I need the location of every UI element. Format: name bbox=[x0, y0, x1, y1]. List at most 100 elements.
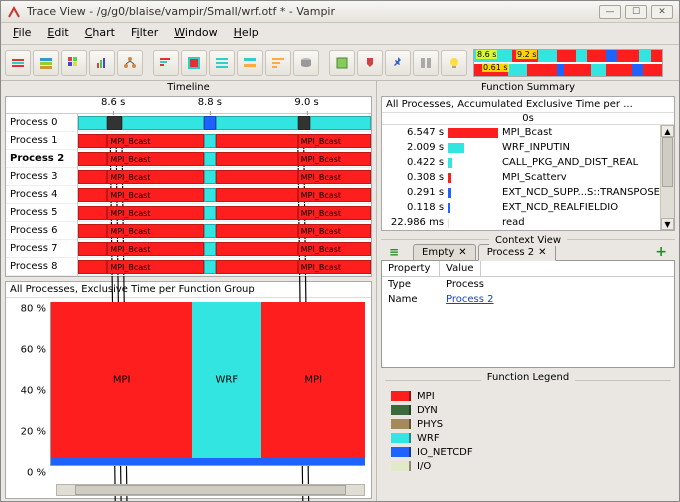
process-label[interactable]: Process 1 bbox=[6, 132, 77, 150]
trace-segment[interactable] bbox=[204, 260, 216, 274]
trace-segment[interactable]: MPI_Bcast bbox=[107, 188, 204, 202]
summary-row[interactable]: 0.422 s CALL_PKG_AND_DIST_REAL bbox=[382, 155, 660, 170]
menu-help[interactable]: Help bbox=[226, 23, 267, 44]
legend-item[interactable]: IO_NETCDF bbox=[385, 445, 671, 459]
tool-pin-icon[interactable] bbox=[385, 50, 411, 76]
trace-segment[interactable] bbox=[204, 134, 216, 148]
process-label[interactable]: Process 0 bbox=[6, 114, 77, 132]
trace-segment[interactable] bbox=[78, 116, 107, 130]
trace-segment[interactable]: MPI_Bcast bbox=[107, 206, 204, 220]
trace-segment[interactable] bbox=[204, 224, 216, 238]
trace-segment[interactable]: MPI_Bcast bbox=[298, 206, 371, 220]
track-row[interactable]: MPI_Bcast MPI_Bcast bbox=[78, 186, 371, 204]
track-row[interactable]: MPI_Bcast MPI_Bcast bbox=[78, 204, 371, 222]
summary-row[interactable]: 22.986 ms read bbox=[382, 215, 660, 230]
overview-thumbnail[interactable]: 8.6 s 9.2 s 0.61 s bbox=[473, 49, 663, 77]
trace-segment[interactable]: MPI_Bcast bbox=[298, 242, 371, 256]
trace-segment[interactable] bbox=[216, 224, 298, 238]
close-icon[interactable]: ✕ bbox=[538, 247, 546, 258]
trace-segment[interactable] bbox=[78, 188, 107, 202]
tool-summary1-icon[interactable] bbox=[153, 50, 179, 76]
trace-segment[interactable] bbox=[310, 116, 372, 130]
trace-segment[interactable] bbox=[204, 206, 216, 220]
trace-segment[interactable] bbox=[204, 188, 216, 202]
context-tab[interactable]: Process 2 ✕ bbox=[478, 244, 556, 261]
tool-barchart-icon[interactable] bbox=[89, 50, 115, 76]
process-label[interactable]: Process 4 bbox=[6, 186, 77, 204]
legend-item[interactable]: PHYS bbox=[385, 417, 671, 431]
tool-calltree-icon[interactable] bbox=[117, 50, 143, 76]
summary-vscroll[interactable]: ▲ ▼ bbox=[660, 125, 674, 230]
trace-segment[interactable] bbox=[204, 170, 216, 184]
timeline-tracks[interactable]: MPI_Bcast MPI_Bcast MPI_Bcast MPI_Bcast MPI_… bbox=[78, 114, 371, 276]
trace-segment[interactable]: MPI_Bcast bbox=[107, 134, 204, 148]
track-row[interactable]: MPI_Bcast MPI_Bcast bbox=[78, 132, 371, 150]
tool-stack-icon[interactable] bbox=[33, 50, 59, 76]
tab-nav-button[interactable]: ≡ bbox=[385, 244, 403, 260]
titlebar[interactable]: Trace View - /g/g0/blaise/vampir/Small/w… bbox=[1, 1, 679, 23]
process-label[interactable]: Process 5 bbox=[6, 204, 77, 222]
track-row[interactable]: MPI_Bcast MPI_Bcast bbox=[78, 258, 371, 276]
trace-segment[interactable] bbox=[216, 152, 298, 166]
tool-func-icon[interactable] bbox=[329, 50, 355, 76]
summary-row[interactable]: 0.118 s EXT_NCD_REALFIELDIO bbox=[382, 200, 660, 215]
summary-row[interactable]: 0.291 s EXT_NCD_SUPP...S::TRANSPOSE bbox=[382, 185, 660, 200]
track-row[interactable] bbox=[78, 114, 371, 132]
process-label[interactable]: Process 6 bbox=[6, 222, 77, 240]
track-row[interactable]: MPI_Bcast MPI_Bcast bbox=[78, 150, 371, 168]
add-tab-button[interactable]: + bbox=[651, 244, 671, 260]
summary-row[interactable]: 6.547 s MPI_Bcast bbox=[382, 125, 660, 140]
tool-compare-icon[interactable] bbox=[413, 50, 439, 76]
tool-io-icon[interactable] bbox=[293, 50, 319, 76]
trace-segment[interactable]: MPI_Bcast bbox=[107, 152, 204, 166]
menu-file[interactable]: File bbox=[5, 23, 39, 44]
trace-segment[interactable] bbox=[204, 242, 216, 256]
trace-segment[interactable] bbox=[204, 116, 216, 130]
trace-segment[interactable]: MPI_Bcast bbox=[298, 152, 371, 166]
summary-row[interactable]: 2.009 s WRF_INPUTIN bbox=[382, 140, 660, 155]
trace-segment[interactable] bbox=[216, 134, 298, 148]
tool-summary5-icon[interactable] bbox=[265, 50, 291, 76]
menu-edit[interactable]: Edit bbox=[39, 23, 76, 44]
trace-segment[interactable] bbox=[298, 116, 310, 130]
trace-segment[interactable] bbox=[216, 170, 298, 184]
trace-segment[interactable]: MPI_Bcast bbox=[107, 242, 204, 256]
trace-segment[interactable] bbox=[216, 116, 298, 130]
prop-value[interactable]: Process 2 bbox=[440, 292, 499, 307]
legend-item[interactable]: MPI bbox=[385, 389, 671, 403]
tool-summary2-icon[interactable] bbox=[181, 50, 207, 76]
trace-segment[interactable] bbox=[78, 242, 107, 256]
trace-segment[interactable] bbox=[204, 152, 216, 166]
trace-segment[interactable]: MPI_Bcast bbox=[298, 188, 371, 202]
trace-segment[interactable] bbox=[216, 206, 298, 220]
minimize-button[interactable]: — bbox=[599, 5, 621, 19]
process-label[interactable]: Process 8 bbox=[6, 258, 77, 276]
scroll-up-icon[interactable]: ▲ bbox=[661, 125, 674, 137]
tool-matrix-icon[interactable] bbox=[61, 50, 87, 76]
track-row[interactable]: MPI_BcastMPI_Bcast bbox=[78, 222, 371, 240]
process-label[interactable]: Process 3 bbox=[6, 168, 77, 186]
maximize-button[interactable]: ☐ bbox=[625, 5, 647, 19]
trace-segment[interactable]: MPI_Bcast bbox=[298, 260, 371, 274]
legend-item[interactable]: WRF bbox=[385, 431, 671, 445]
funcgroup-bar[interactable]: MPI bbox=[261, 302, 365, 458]
tool-timeline-icon[interactable] bbox=[5, 50, 31, 76]
trace-segment[interactable]: MPI_Bcast bbox=[107, 170, 204, 184]
trace-segment[interactable]: MPI_Bcast bbox=[107, 224, 204, 238]
funcgroup-bar[interactable]: WRF bbox=[192, 302, 261, 458]
track-row[interactable]: MPI_Bcast MPI_Bcast bbox=[78, 240, 371, 258]
trace-segment[interactable] bbox=[216, 260, 298, 274]
trace-segment[interactable]: MPI_Bcast bbox=[298, 134, 371, 148]
legend-item[interactable]: I/O bbox=[385, 459, 671, 473]
trace-segment[interactable]: MPI_Bcast bbox=[107, 260, 204, 274]
process-label[interactable]: Process 2 bbox=[6, 150, 77, 168]
summary-row[interactable]: 0.308 s MPI_Scatterv bbox=[382, 170, 660, 185]
funcgroup-plot[interactable]: MPIWRFMPI bbox=[50, 302, 365, 466]
trace-segment[interactable] bbox=[78, 206, 107, 220]
context-tab[interactable]: Empty ✕ bbox=[413, 244, 476, 260]
tool-summary3-icon[interactable] bbox=[209, 50, 235, 76]
tool-marker-icon[interactable] bbox=[357, 50, 383, 76]
timeline-panel[interactable]: 8.6 s 8.8 s 9.0 s Process 0Process 1Proc… bbox=[5, 96, 372, 277]
trace-segment[interactable] bbox=[216, 188, 298, 202]
funcgroup-hscroll[interactable] bbox=[56, 484, 365, 496]
